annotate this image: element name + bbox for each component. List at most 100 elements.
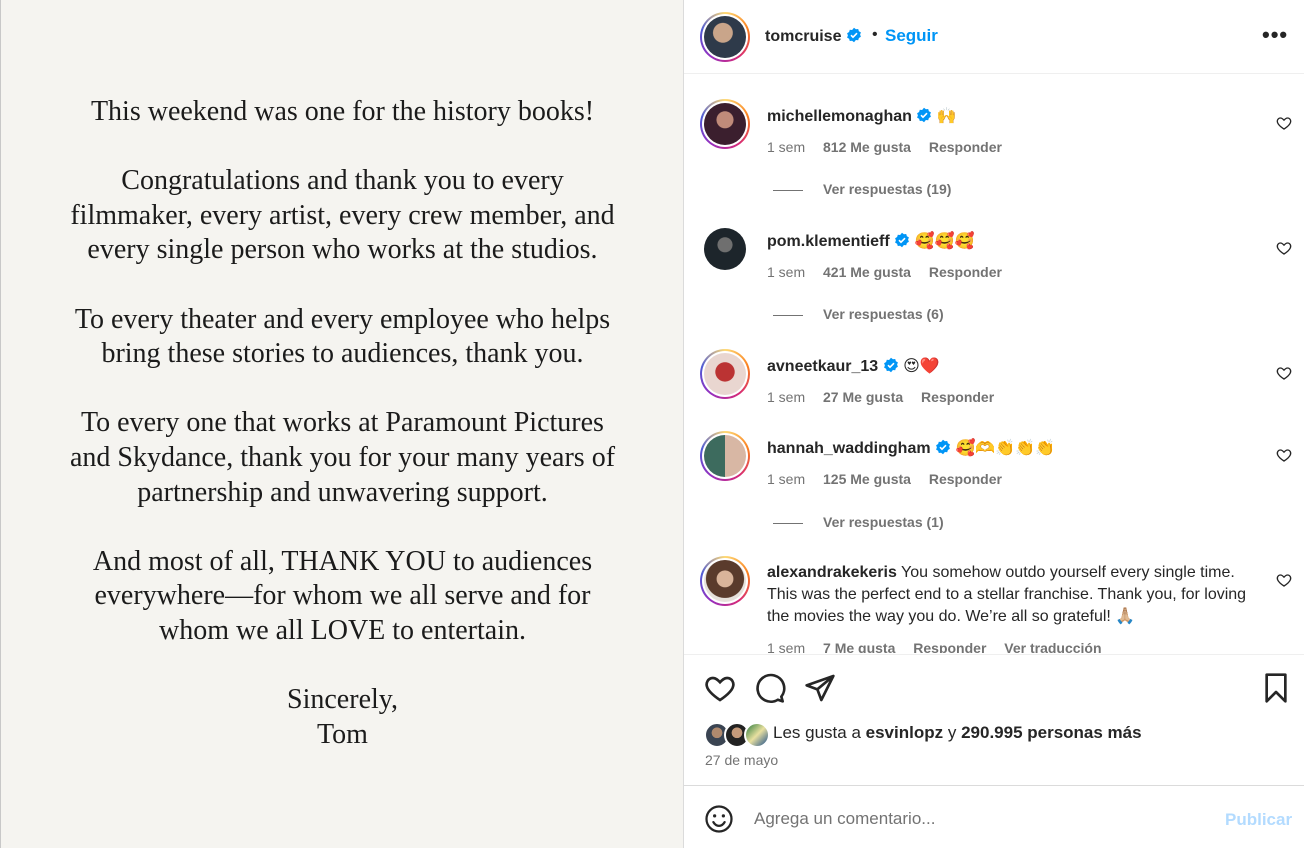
comment-meta: 1 sem 27 Me gusta Responder bbox=[767, 389, 1008, 405]
comment-time[interactable]: 1 sem bbox=[767, 139, 805, 155]
comment-likes[interactable]: 421 Me gusta bbox=[823, 264, 911, 280]
letter-line: everywhere—for whom we all serve and for bbox=[94, 580, 591, 612]
post-image[interactable]: This weekend was one for the history boo… bbox=[0, 0, 683, 848]
letter-paragraph-3: To every theater and every employee who … bbox=[1, 303, 684, 372]
comment-like-heart-icon[interactable] bbox=[1276, 447, 1292, 463]
comment-content: 😍❤️ bbox=[903, 356, 940, 375]
comment-likes[interactable]: 27 Me gusta bbox=[823, 389, 903, 405]
letter-text: This weekend was one for the history boo… bbox=[1, 95, 684, 752]
translate-button[interactable]: Ver traducción bbox=[1004, 640, 1101, 653]
comment-content: 🙌 bbox=[936, 106, 957, 125]
view-replies-button[interactable]: Ver respuestas (1) bbox=[773, 514, 944, 530]
letter-line: filmmaker, every artist, every crew memb… bbox=[70, 199, 615, 231]
view-replies-button[interactable]: Ver respuestas (6) bbox=[773, 306, 944, 322]
comment-text: pom.klementieff 🥰🥰🥰 bbox=[767, 230, 1257, 253]
verified-badge-icon bbox=[936, 439, 950, 455]
commenter-username[interactable]: pom.klementieff bbox=[767, 233, 890, 250]
letter-paragraph-6: Sincerely, Tom bbox=[1, 683, 684, 752]
commenter-avatar[interactable] bbox=[700, 556, 750, 606]
reply-button[interactable]: Responder bbox=[929, 264, 1002, 280]
post-date[interactable]: 27 de mayo bbox=[705, 752, 778, 768]
replies-line bbox=[773, 189, 803, 191]
header-separator: • bbox=[872, 26, 878, 43]
comment-likes[interactable]: 7 Me gusta bbox=[823, 640, 895, 653]
likes-count[interactable]: 290.995 personas más bbox=[961, 723, 1142, 742]
comment-time[interactable]: 1 sem bbox=[767, 640, 805, 653]
emoji-icon[interactable] bbox=[704, 804, 734, 834]
reply-button[interactable]: Responder bbox=[921, 389, 994, 405]
comment-input[interactable] bbox=[754, 806, 1204, 832]
post-actions: Les gusta a esvinlopz y 290.995 personas… bbox=[684, 654, 1304, 784]
liked-by-user[interactable]: esvinlopz bbox=[866, 723, 943, 742]
comment-text: hannah_waddingham 🥰🫶👏👏👏 bbox=[767, 437, 1257, 460]
verified-badge-icon bbox=[895, 232, 910, 248]
post-detail-panel: tomcruise • Seguir ••• michellemonaghan … bbox=[683, 0, 1304, 848]
author-username[interactable]: tomcruise bbox=[765, 28, 841, 45]
more-options-icon[interactable]: ••• bbox=[1262, 22, 1288, 48]
commenter-avatar[interactable] bbox=[700, 349, 750, 399]
reply-button[interactable]: Responder bbox=[913, 640, 986, 653]
comment-text: michellemonaghan 🙌 bbox=[767, 105, 1257, 128]
letter-paragraph-4: To every one that works at Paramount Pic… bbox=[1, 406, 684, 510]
view-replies-label: Ver respuestas (19) bbox=[823, 181, 952, 197]
comment-meta: 1 sem 125 Me gusta Responder bbox=[767, 471, 1016, 487]
publish-button[interactable]: Publicar bbox=[1225, 810, 1292, 830]
commenter-avatar[interactable] bbox=[700, 99, 750, 149]
commenter-username[interactable]: avneetkaur_13 bbox=[767, 358, 878, 375]
letter-line: This weekend was one for the history boo… bbox=[90, 96, 595, 127]
verified-badge-icon bbox=[883, 357, 898, 373]
letter-paragraph-2: Congratulations and thank you to every f… bbox=[1, 164, 684, 268]
comment-like-heart-icon[interactable] bbox=[1276, 115, 1292, 131]
comments-list[interactable]: michellemonaghan 🙌 1 sem 812 Me gusta Re… bbox=[684, 75, 1304, 653]
heart-icon[interactable] bbox=[704, 672, 736, 704]
reply-button[interactable]: Responder bbox=[929, 471, 1002, 487]
liked-by-conjunction: y bbox=[947, 723, 957, 742]
letter-paragraph-5: And most of all, THANK YOU to audiences … bbox=[1, 545, 684, 649]
view-replies-button[interactable]: Ver respuestas (19) bbox=[773, 181, 951, 197]
letter-line: partnership and unwavering support. bbox=[137, 476, 548, 508]
letter-line: Tom bbox=[317, 718, 368, 750]
verified-badge-icon bbox=[847, 27, 862, 43]
comment-icon[interactable] bbox=[754, 672, 786, 704]
comment-text: avneetkaur_13 😍❤️ bbox=[767, 355, 1257, 378]
commenter-avatar[interactable] bbox=[704, 228, 746, 270]
letter-line: Sincerely, bbox=[287, 684, 398, 716]
view-replies-label: Ver respuestas (6) bbox=[823, 306, 944, 322]
liked-by-avatars[interactable] bbox=[704, 722, 770, 750]
commenter-username[interactable]: michellemonaghan bbox=[767, 108, 912, 125]
reply-button[interactable]: Responder bbox=[929, 139, 1002, 155]
share-icon[interactable] bbox=[804, 672, 836, 704]
author-avatar[interactable] bbox=[700, 12, 750, 62]
bookmark-icon[interactable] bbox=[1260, 672, 1292, 704]
comment-time[interactable]: 1 sem bbox=[767, 389, 805, 405]
comment-time[interactable]: 1 sem bbox=[767, 471, 805, 487]
replies-line bbox=[773, 522, 803, 524]
comment-likes[interactable]: 812 Me gusta bbox=[823, 139, 911, 155]
commenter-username[interactable]: hannah_waddingham bbox=[767, 440, 931, 457]
comment-meta: 1 sem 7 Me gusta Responder Ver traducció… bbox=[767, 640, 1116, 653]
liked-by-text: Les gusta a esvinlopz y 290.995 personas… bbox=[773, 723, 1142, 743]
replies-line bbox=[773, 314, 803, 316]
comment-content: 🥰🫶👏👏👏 bbox=[955, 438, 1056, 457]
comment-like-heart-icon[interactable] bbox=[1276, 572, 1292, 588]
commenter-username[interactable]: alexandrakekeris bbox=[767, 564, 897, 581]
follow-button[interactable]: Seguir bbox=[885, 26, 938, 46]
verified-badge-icon bbox=[917, 107, 932, 123]
letter-line: whom we all LOVE to entertain. bbox=[158, 614, 526, 646]
commenter-avatar[interactable] bbox=[700, 431, 750, 481]
comment-meta: 1 sem 812 Me gusta Responder bbox=[767, 139, 1016, 155]
liker-avatar bbox=[744, 722, 770, 748]
post-header: tomcruise • Seguir ••• bbox=[684, 0, 1304, 74]
letter-line: To every one that works at Paramount Pic… bbox=[81, 407, 604, 439]
comment-likes[interactable]: 125 Me gusta bbox=[823, 471, 911, 487]
comment-meta: 1 sem 421 Me gusta Responder bbox=[767, 264, 1016, 280]
comment-time[interactable]: 1 sem bbox=[767, 264, 805, 280]
letter-line: every single person who works at the stu… bbox=[87, 234, 598, 266]
comment-like-heart-icon[interactable] bbox=[1276, 365, 1292, 381]
letter-line: And most of all, THANK YOU to audiences bbox=[92, 545, 593, 577]
comment-text: alexandrakekeris You somehow outdo yours… bbox=[767, 562, 1261, 628]
comment-content: 🥰🥰🥰 bbox=[914, 231, 975, 250]
add-comment-bar: Publicar bbox=[684, 785, 1304, 848]
comment-like-heart-icon[interactable] bbox=[1276, 240, 1292, 256]
liked-by-prefix: Les gusta a bbox=[773, 723, 861, 742]
